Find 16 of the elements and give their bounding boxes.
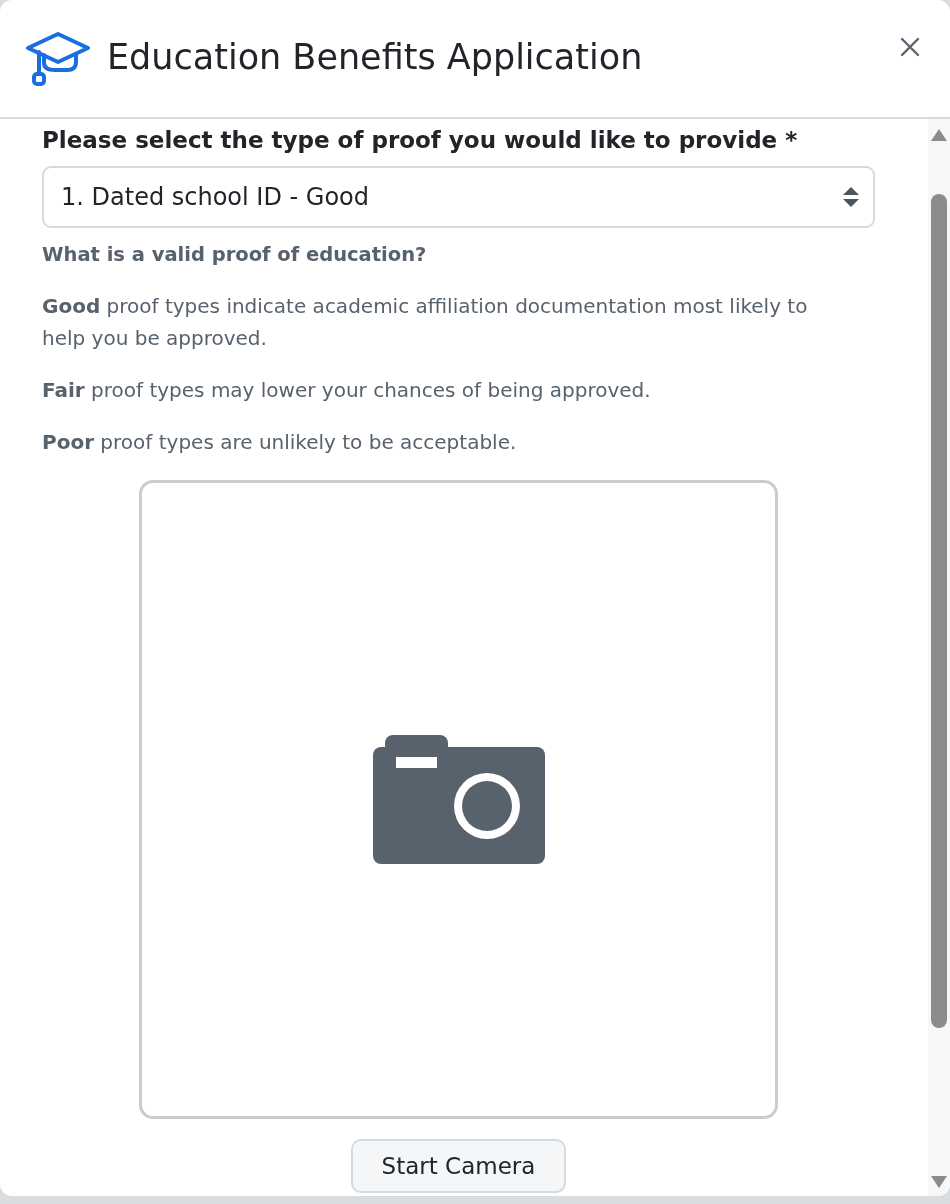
close-button[interactable] bbox=[900, 37, 920, 57]
graduation-cap-icon bbox=[25, 31, 91, 86]
help-paragraph: Good proof types indicate academic affiliation documentation most likely to help you be approved. bbox=[42, 293, 809, 352]
start-camera-button[interactable]: Start Camera bbox=[351, 1139, 566, 1193]
close-icon bbox=[900, 37, 920, 57]
help-paragraph: Poor proof types are unlikely to be acceptable. bbox=[42, 429, 518, 456]
scroll-up-icon[interactable] bbox=[931, 129, 947, 141]
field-label: Please select the type of proof you would like to provide * bbox=[42, 126, 799, 155]
camera-icon bbox=[372, 735, 545, 864]
scroll-down-icon[interactable] bbox=[931, 1176, 947, 1188]
up-down-caret-icon bbox=[843, 187, 859, 207]
help-heading: What is a valid proof of education? bbox=[42, 242, 428, 268]
dialog-title: Education Benefits Application bbox=[107, 36, 644, 79]
help-paragraph: Fair proof types may lower your chances of being approved. bbox=[42, 377, 652, 404]
proof-type-select[interactable]: 1. Dated school ID - Good bbox=[42, 166, 875, 228]
scrollbar-thumb[interactable] bbox=[931, 194, 947, 1028]
